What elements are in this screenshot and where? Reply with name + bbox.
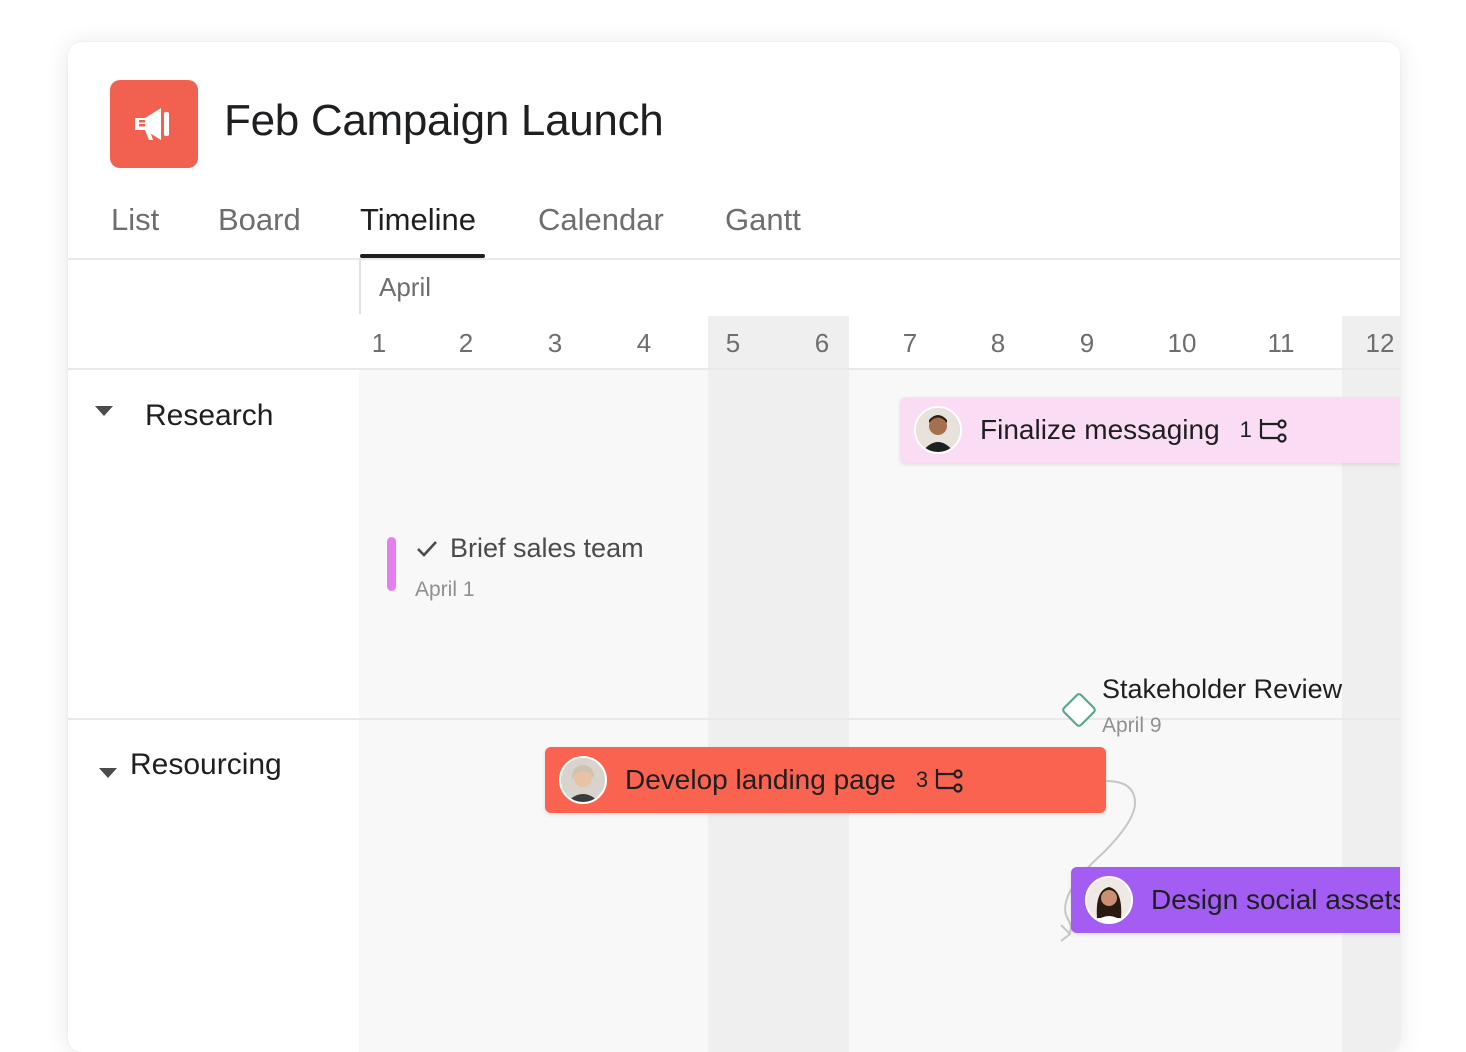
section-divider: [68, 718, 1400, 720]
day-header: 10: [1167, 328, 1197, 358]
task-bar-finalize-messaging[interactable]: Finalize messaging 1: [900, 397, 1400, 463]
task-date: April 1: [415, 578, 475, 601]
project-card: Feb Campaign Launch List Board Timeline …: [68, 42, 1400, 1052]
day-header: 1: [371, 328, 387, 358]
avatar: [1085, 876, 1133, 924]
tab-board[interactable]: Board: [218, 202, 301, 238]
task-brief-sales-team[interactable]: Brief sales team: [450, 533, 644, 564]
weekend-column-5-6: [708, 316, 849, 1052]
month-header: April: [359, 258, 431, 314]
check-icon[interactable]: [415, 539, 439, 559]
day-header: 3: [547, 328, 563, 358]
person-avatar-icon: [1087, 878, 1131, 922]
task-label: Develop landing page: [625, 764, 896, 795]
day-header: 7: [902, 328, 918, 358]
avatar: [559, 756, 607, 804]
person-avatar-icon: [561, 758, 605, 802]
subtask-icon: [1259, 419, 1287, 443]
task-bar-develop-landing-page[interactable]: Develop landing page 3: [545, 747, 1106, 813]
timeline-view: April 1 2 3 4 5 6 7 8 9 10 11 12 Researc…: [68, 258, 1400, 1052]
tab-list[interactable]: List: [111, 202, 159, 238]
subtask-count: 3: [915, 767, 929, 792]
day-header: 5: [725, 328, 741, 358]
day-header: 4: [636, 328, 652, 358]
milestone-date: April 9: [1102, 714, 1162, 737]
collapse-caret-icon[interactable]: [99, 768, 117, 778]
megaphone-icon: [135, 108, 169, 140]
section-resourcing[interactable]: Resourcing: [130, 748, 282, 782]
day-header: 11: [1267, 328, 1295, 358]
task-label: Design social assets: [1151, 884, 1400, 915]
day-header: 8: [990, 328, 1006, 358]
header-divider: [68, 368, 1400, 370]
project-icon[interactable]: [110, 80, 198, 168]
timeline-grid: [359, 316, 1400, 1052]
task-label: Finalize messaging: [980, 414, 1220, 445]
tab-timeline[interactable]: Timeline: [360, 202, 476, 238]
day-header: 6: [814, 328, 830, 358]
task-color-marker: [387, 537, 396, 591]
milestone-diamond-icon[interactable]: [1058, 689, 1100, 731]
day-header: 2: [458, 328, 474, 358]
milestone-stakeholder-review[interactable]: Stakeholder Review: [1102, 674, 1342, 705]
person-avatar-icon: [916, 408, 960, 452]
month-label: April: [379, 272, 432, 302]
day-header: 12: [1365, 328, 1395, 358]
subtask-count: 1: [1239, 417, 1252, 442]
collapse-caret-icon[interactable]: [95, 406, 113, 416]
tab-gantt[interactable]: Gantt: [725, 202, 801, 238]
project-title: Feb Campaign Launch: [224, 96, 664, 145]
subtask-icon: [936, 769, 963, 793]
day-header: 9: [1079, 328, 1095, 358]
tab-calendar[interactable]: Calendar: [538, 202, 664, 238]
section-research[interactable]: Research: [145, 399, 273, 433]
view-tabs: List Board Timeline Calendar Gantt: [68, 192, 1400, 260]
task-bar-design-social-assets[interactable]: Design social assets: [1071, 867, 1400, 933]
avatar: [914, 406, 962, 454]
